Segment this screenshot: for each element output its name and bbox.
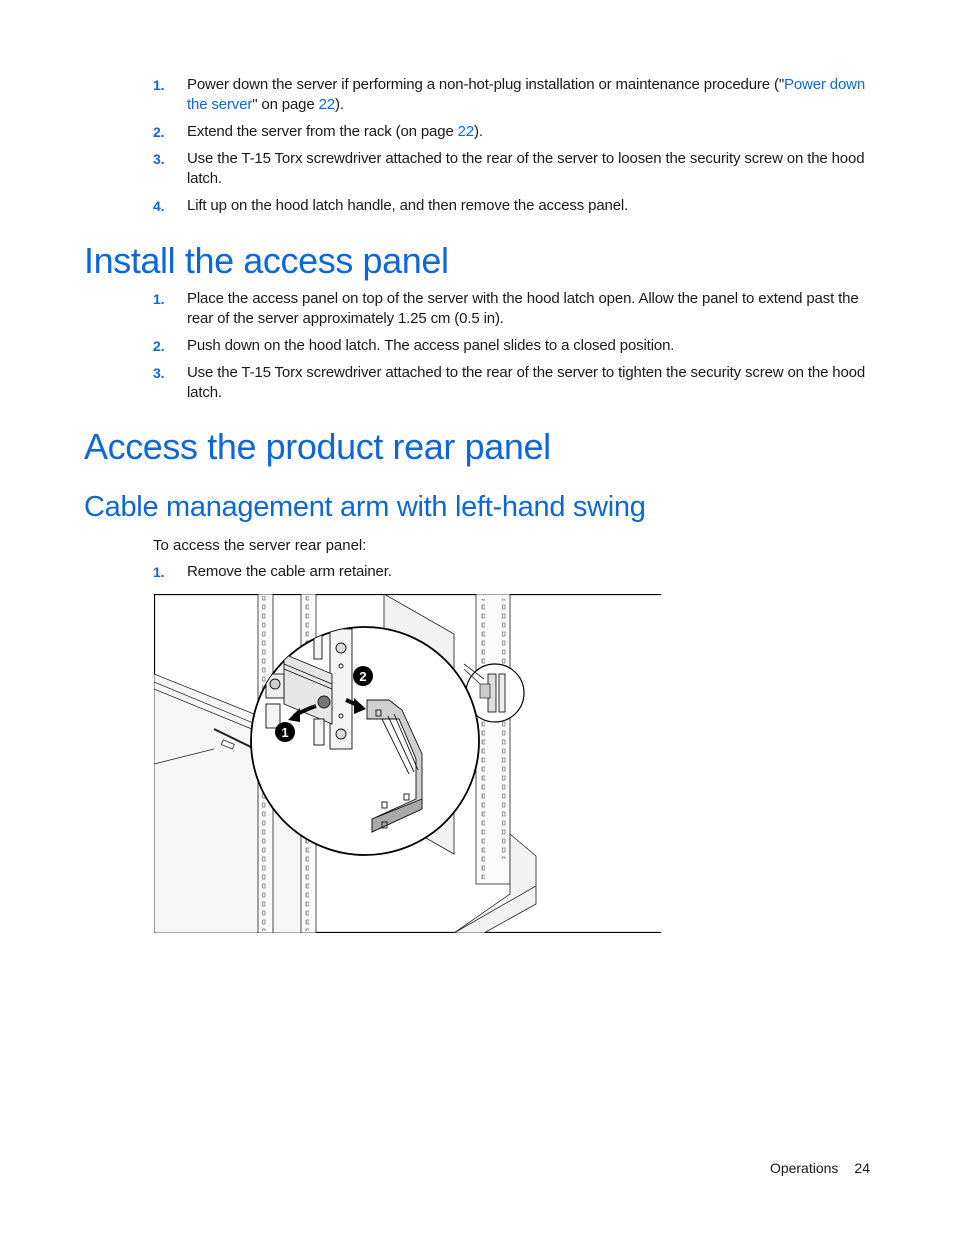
- step-text-part: ).: [334, 96, 344, 113]
- callout-1: 1: [275, 722, 295, 742]
- step-text-part: " on page: [252, 96, 319, 113]
- step-text: Power down the server if performing a no…: [187, 75, 873, 115]
- install-step-2: 2. Push down on the hood latch. The acce…: [153, 336, 873, 356]
- page-number: 24: [854, 1160, 870, 1176]
- cable-arm-retainer-figure: 1 2: [153, 593, 661, 934]
- rack-illustration: 1 2: [153, 593, 661, 934]
- step-number: 3.: [153, 365, 165, 381]
- step-text: Lift up on the hood latch handle, and th…: [187, 197, 629, 214]
- intro-step-4: 4. Lift up on the hood latch handle, and…: [153, 196, 873, 216]
- callout-2: 2: [353, 666, 373, 686]
- step-text: Push down on the hood latch. The access …: [187, 337, 675, 354]
- heading-access-rear-panel: Access the product rear panel: [84, 426, 551, 467]
- install-step-1: 1. Place the access panel on top of the …: [153, 289, 873, 329]
- step-text: Extend the server from the rack (on page…: [187, 122, 873, 142]
- step-text-part: Power down the server if performing a no…: [187, 76, 784, 93]
- step-number: 1.: [153, 77, 165, 93]
- page-link[interactable]: 22: [319, 96, 336, 113]
- step-number: 2.: [153, 124, 165, 140]
- step-number: 1.: [153, 291, 165, 307]
- callout-1-label: 1: [281, 725, 288, 740]
- install-step-3: 3. Use the T-15 Torx screwdriver attache…: [153, 363, 873, 403]
- rear-panel-intro: To access the server rear panel:: [153, 537, 367, 554]
- step-number: 4.: [153, 198, 165, 214]
- release-button: [317, 695, 331, 709]
- heading-cable-management-arm: Cable management arm with left-hand swin…: [84, 491, 646, 523]
- step-text: Use the T-15 Torx screwdriver attached t…: [187, 364, 866, 401]
- footer-section: Operations: [769, 1160, 839, 1176]
- intro-step-3: 3. Use the T-15 Torx screwdriver attache…: [153, 149, 873, 189]
- step-text-part: Extend the server from the rack (on page: [187, 123, 458, 140]
- page-footer: Operations 24: [770, 1158, 870, 1178]
- step-text-part: ).: [474, 123, 483, 140]
- step-text: Use the T-15 Torx screwdriver attached t…: [187, 150, 865, 187]
- step-text: Remove the cable arm retainer.: [187, 563, 392, 580]
- step-number: 1.: [153, 564, 165, 580]
- detail-circle-large: 1 2: [250, 626, 480, 856]
- step-number: 2.: [153, 338, 165, 354]
- intro-step-1: 1. Power down the server if performing a…: [153, 75, 873, 115]
- step-text: Place the access panel on top of the ser…: [187, 290, 859, 327]
- page-link[interactable]: 22: [458, 123, 475, 140]
- callout-2-label: 2: [359, 669, 366, 684]
- rear-step-1: 1. Remove the cable arm retainer.: [153, 562, 873, 582]
- heading-install-access-panel: Install the access panel: [84, 240, 449, 281]
- step-number: 3.: [153, 151, 165, 167]
- intro-step-2: 2. Extend the server from the rack (on p…: [153, 122, 873, 142]
